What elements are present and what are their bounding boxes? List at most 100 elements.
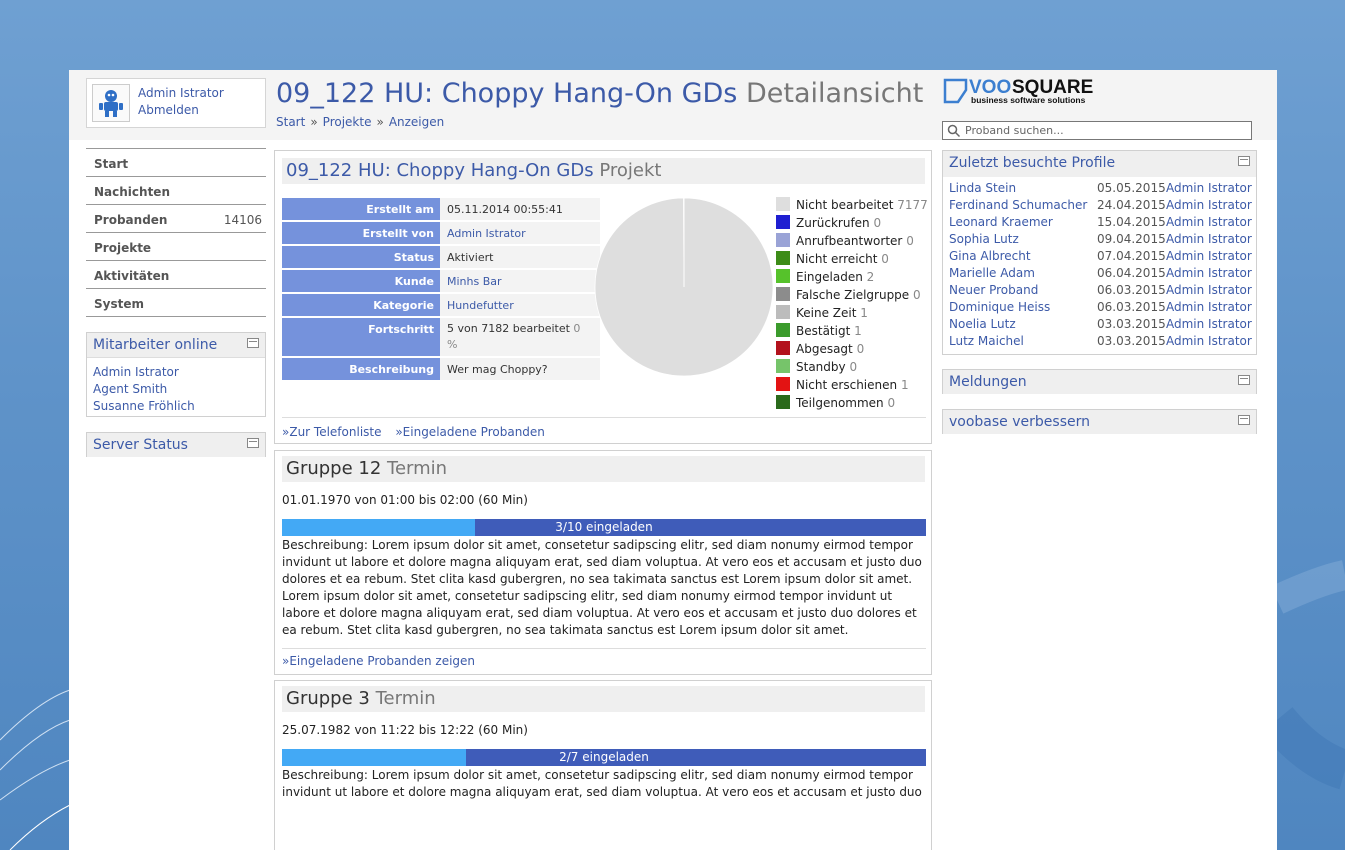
breadcrumb: Start » Projekte » Anzeigen [276, 115, 444, 129]
legend-label-text: Zurückrufen [796, 216, 870, 230]
online-user[interactable]: Agent Smith [93, 382, 167, 396]
nav-item-start[interactable]: Start [86, 148, 266, 177]
project-info-table: Erstellt am 05.11.2014 00:55:41 Erstellt … [282, 196, 600, 382]
recent-profile-row[interactable]: Gina Albrecht 07.04.2015 Admin Istrator [943, 248, 1256, 265]
top-bar: Admin Istrator Abmelden 09_122 HU: Chopp… [69, 70, 1277, 140]
info-row: Erstellt am 05.11.2014 00:55:41 [282, 198, 600, 220]
profile-name-link[interactable]: Ferdinand Schumacher [949, 198, 1087, 212]
visitor-link[interactable]: Admin Istrator [1166, 334, 1252, 348]
visitor-link[interactable]: Admin Istrator [1166, 266, 1252, 280]
visitor-link[interactable]: Admin Istrator [1166, 317, 1252, 331]
panel-title: Meldungen [949, 374, 1027, 390]
recent-profile-row[interactable]: Ferdinand Schumacher 24.04.2015 Admin Istr… [943, 197, 1256, 214]
phone-list-label: Zur Telefonliste [289, 425, 382, 439]
legend-label: Abgesagt 0 [796, 342, 864, 356]
nav-item-projekte[interactable]: Projekte [86, 233, 266, 261]
online-user[interactable]: Admin Istrator [93, 365, 179, 379]
panel-header[interactable]: Server Status [87, 433, 265, 457]
profile-name-link[interactable]: Leonard Kraemer [949, 215, 1053, 229]
visitor-link[interactable]: Admin Istrator [1166, 198, 1252, 212]
legend-label: Bestätigt 1 [796, 324, 862, 338]
recent-profile-row[interactable]: Leonard Kraemer 15.04.2015 Admin Istrator [943, 214, 1256, 231]
group-panel: Gruppe 3 Termin 25.07.1982 von 11:22 bis… [274, 680, 932, 850]
category-link[interactable]: Hundefutter [447, 299, 514, 312]
profile-name-link[interactable]: Marielle Adam [949, 266, 1035, 280]
group-description: Beschreibung: Lorem ipsum dolor sit amet… [282, 538, 922, 637]
user-name-link[interactable]: Admin Istrator [138, 86, 224, 100]
show-invited-label: Eingeladene Probanden zeigen [289, 654, 476, 668]
recent-profile-row[interactable]: Neuer Proband 06.03.2015 Admin Istrator [943, 282, 1256, 299]
legend-swatch [776, 359, 790, 373]
nav-item-system[interactable]: System [86, 289, 266, 317]
visitor-link[interactable]: Admin Istrator [1166, 249, 1252, 263]
panel-title: Mitarbeiter online [93, 337, 218, 353]
visitor-link[interactable]: Admin Istrator [1166, 300, 1252, 314]
search-input[interactable]: Proband suchen... [942, 121, 1252, 140]
customer-link[interactable]: Minhs Bar [447, 275, 502, 288]
voosquare-logo: VOO SQUARE business software solutions [943, 77, 1093, 105]
panel-header[interactable]: voobase verbessern [943, 410, 1256, 434]
breadcrumb-anzeigen[interactable]: Anzeigen [389, 115, 444, 129]
profile-name-link[interactable]: Lutz Maichel [949, 334, 1024, 348]
visit-date: 09.04.2015 [1097, 232, 1166, 246]
profile-name-link[interactable]: Linda Stein [949, 181, 1016, 195]
recent-profile-row[interactable]: Lutz Maichel 03.03.2015 Admin Istrator [943, 333, 1256, 350]
invited-link[interactable]: »Eingeladene Probanden [395, 425, 545, 439]
legend-value: 1 [854, 324, 862, 338]
phone-list-link[interactable]: »Zur Telefonliste [282, 425, 382, 439]
legend-value: 0 [881, 252, 889, 266]
profile-name-link[interactable]: Neuer Proband [949, 283, 1038, 297]
profile-name-link[interactable]: Noelia Lutz [949, 317, 1016, 331]
info-row: Kunde Minhs Bar [282, 270, 600, 292]
panel-header[interactable]: Meldungen [943, 370, 1256, 394]
nav-item-probanden[interactable]: Probanden 14106 [86, 205, 266, 233]
invite-progress-label: 2/7 eingeladen [559, 750, 649, 764]
legend-value: 0 [913, 288, 921, 302]
minimize-icon[interactable] [1238, 156, 1250, 166]
minimize-icon[interactable] [247, 338, 259, 348]
legend-label-text: Nicht bearbeitet [796, 198, 894, 212]
info-value: Aktiviert [440, 246, 600, 268]
profile-name-link[interactable]: Dominique Heiss [949, 300, 1050, 314]
maximize-icon[interactable] [1238, 375, 1250, 385]
maximize-icon[interactable] [247, 438, 259, 448]
maximize-icon[interactable] [1238, 415, 1250, 425]
nav-item-aktivitaeten[interactable]: Aktivitäten [86, 261, 266, 289]
visit-date: 05.05.2015 [1097, 181, 1166, 195]
online-user[interactable]: Susanne Fröhlich [93, 399, 195, 413]
breadcrumb-start[interactable]: Start [276, 115, 305, 129]
legend-label: Nicht erschienen 1 [796, 378, 909, 392]
nav-item-nachichten[interactable]: Nachichten [86, 177, 266, 205]
avatar[interactable] [92, 84, 130, 122]
profile-name-link[interactable]: Sophia Lutz [949, 232, 1019, 246]
breadcrumb-sep: » [310, 115, 318, 129]
visitor-link[interactable]: Admin Istrator [1166, 215, 1252, 229]
invite-progress-bar: 2/7 eingeladen [282, 749, 926, 766]
recent-profiles-panel: Zuletzt besuchte Profile Linda Stein 05.0… [942, 150, 1257, 355]
creator-link[interactable]: Admin Istrator [447, 227, 526, 240]
group-date: 01.01.1970 von 01:00 bis 02:00 (60 Min) [282, 493, 528, 507]
visitor-link[interactable]: Admin Istrator [1166, 232, 1252, 246]
info-key: Kunde [282, 270, 440, 292]
legend-value: 7177 [897, 198, 928, 212]
show-invited-link[interactable]: »Eingeladene Probanden zeigen [282, 654, 475, 668]
recent-profile-row[interactable]: Noelia Lutz 03.03.2015 Admin Istrator [943, 316, 1256, 333]
breadcrumb-projekte[interactable]: Projekte [323, 115, 372, 129]
logo-tagline: business software solutions [971, 95, 1086, 105]
legend-swatch [776, 233, 790, 247]
visitor-link[interactable]: Admin Istrator [1166, 283, 1252, 297]
group-name: Gruppe 3 [286, 688, 370, 709]
group-date: 25.07.1982 von 11:22 bis 12:22 (60 Min) [282, 723, 528, 737]
recent-profile-row[interactable]: Linda Stein 05.05.2015 Admin Istrator [943, 180, 1256, 197]
recent-profile-row[interactable]: Marielle Adam 06.04.2015 Admin Istrator [943, 265, 1256, 282]
profile-name-link[interactable]: Gina Albrecht [949, 249, 1031, 263]
legend-swatch [776, 251, 790, 265]
recent-profile-row[interactable]: Sophia Lutz 09.04.2015 Admin Istrator [943, 231, 1256, 248]
visitor-link[interactable]: Admin Istrator [1166, 181, 1252, 195]
legend-value: 0 [856, 342, 865, 356]
search-placeholder: Proband suchen... [965, 124, 1064, 137]
legend-value: 0 [849, 360, 858, 374]
logout-link[interactable]: Abmelden [138, 103, 199, 117]
visit-date: 06.03.2015 [1097, 300, 1166, 314]
recent-profile-row[interactable]: Dominique Heiss 06.03.2015 Admin Istrator [943, 299, 1256, 316]
